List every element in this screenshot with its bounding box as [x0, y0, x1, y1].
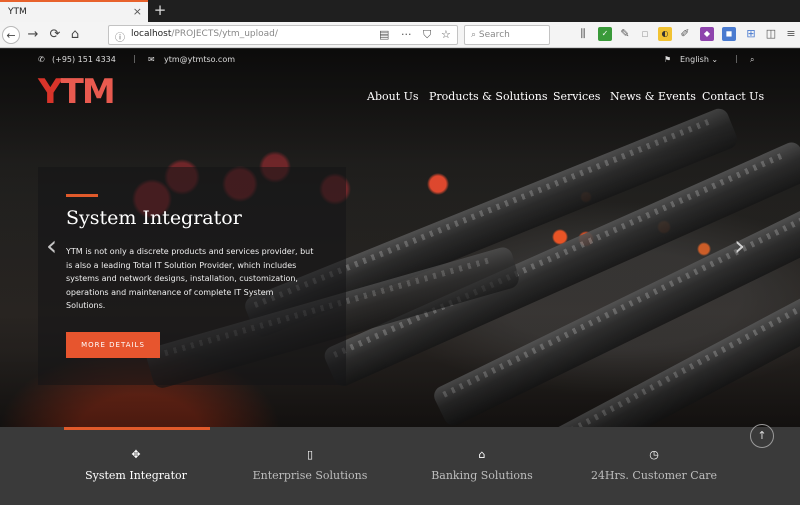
feature-enterprise-solutions[interactable]: ▯ Enterprise Solutions — [220, 427, 400, 505]
extension-purple-icon[interactable]: ◆ — [700, 27, 714, 41]
search-placeholder: Search — [478, 30, 510, 40]
reader-view-icon[interactable]: ▤ — [379, 28, 389, 41]
site-info-icon[interactable]: ⓘ — [115, 29, 125, 44]
reload-button[interactable]: ⟳ — [46, 26, 64, 44]
email-address[interactable]: ytm@ytmtso.com — [164, 55, 235, 64]
tab-close-icon[interactable]: × — [133, 5, 142, 18]
colorzilla-icon[interactable]: ◐ — [658, 27, 672, 41]
scroll-to-top-button[interactable]: ↑ — [750, 424, 774, 448]
slide-title: System Integrator — [66, 207, 242, 229]
network-icon: ✥ — [131, 448, 141, 461]
menu-hamburger-icon[interactable]: ≡ — [784, 27, 798, 41]
slide-description: YTM is not only a discrete products and … — [66, 247, 314, 310]
phone-icon: ✆ — [38, 55, 45, 64]
site-search-icon[interactable]: ⌕ — [750, 55, 754, 65]
logo-letters-tm: TM — [60, 72, 116, 112]
back-button[interactable]: ← — [2, 26, 20, 44]
feature-customer-care[interactable]: ◷ 24Hrs. Customer Care — [564, 427, 744, 505]
new-tab-button[interactable]: + — [152, 1, 168, 19]
phone-number[interactable]: (+95) 151 4334 — [52, 55, 116, 64]
divider: | — [735, 54, 738, 63]
slide-accent-line — [66, 194, 98, 197]
grid-extension-icon[interactable]: ⊞ — [744, 27, 758, 41]
slider-next-arrow-icon[interactable]: › — [734, 229, 745, 262]
features-bar: ✥ System Integrator ▯ Enterprise Solutio… — [0, 427, 800, 505]
top-info-bar: ✆ (+95) 151 4334 | ✉ ytm@ytmtso.com ⚑ En… — [0, 54, 800, 69]
bookmark-star-icon[interactable]: ☆ — [441, 28, 451, 41]
nav-news-events[interactable]: News & Events — [610, 90, 696, 103]
site-logo[interactable]: YTM — [38, 72, 116, 112]
page-actions-icon[interactable]: ··· — [401, 28, 412, 41]
mobile-icon: ▯ — [306, 448, 314, 461]
home-button[interactable]: ⌂ — [66, 26, 84, 44]
clock-icon: ◷ — [649, 448, 659, 461]
flag-icon: ⚑ — [664, 55, 672, 64]
extension-shield-icon[interactable]: ✓ — [598, 27, 612, 41]
tab-title: YTM — [8, 7, 27, 17]
hero-slider: ✆ (+95) 151 4334 | ✉ ytm@ytmtso.com ⚑ En… — [0, 49, 800, 469]
nav-contact-us[interactable]: Contact Us — [702, 90, 764, 103]
feature-label: System Integrator — [85, 469, 187, 482]
web-page: ✆ (+95) 151 4334 | ✉ ytm@ytmtso.com ⚑ En… — [0, 49, 800, 505]
logo-letter-y: Y — [38, 72, 63, 112]
eyedropper-icon[interactable]: ✐ — [678, 27, 692, 41]
url-bar[interactable]: ⓘ localhost/PROJECTS/ytm_upload/ ▤ ··· ⛉… — [108, 25, 458, 45]
divider: | — [133, 54, 136, 63]
feature-label: 24Hrs. Customer Care — [590, 469, 718, 482]
bank-icon: ⌂ — [478, 448, 486, 461]
nav-services[interactable]: Services — [553, 90, 600, 103]
email-icon: ✉ — [148, 55, 155, 64]
forward-button[interactable]: → — [24, 26, 42, 44]
browser-tab[interactable]: YTM × — [0, 0, 148, 22]
search-icon: ⌕ — [471, 30, 477, 40]
feature-label: Banking Solutions — [431, 469, 533, 482]
pen-icon[interactable]: ✎ — [618, 27, 632, 41]
feature-banking-solutions[interactable]: ⌂ Banking Solutions — [392, 427, 572, 505]
slider-prev-arrow-icon[interactable]: ‹ — [46, 229, 57, 262]
more-details-button[interactable]: MORE DETAILS — [66, 332, 160, 358]
extension-blue-icon[interactable]: ◼ — [722, 27, 736, 41]
browser-tab-strip: YTM × + — [0, 0, 800, 22]
sidebar-icon[interactable]: ◫ — [764, 27, 778, 41]
feature-system-integrator[interactable]: ✥ System Integrator — [46, 427, 226, 505]
pocket-icon[interactable]: ⛉ — [423, 28, 431, 42]
browser-search-input[interactable]: ⌕ Search — [464, 25, 550, 45]
extension-blank-icon[interactable]: ▫ — [638, 27, 652, 41]
language-select[interactable]: English ⌄ — [680, 55, 718, 64]
nav-about-us[interactable]: About Us — [367, 90, 419, 103]
browser-nav-bar: ← → ⟳ ⌂ ⓘ localhost/PROJECTS/ytm_upload/… — [0, 22, 800, 48]
url-path: /PROJECTS/ytm_upload/ — [171, 29, 278, 39]
url-host: localhost — [131, 29, 172, 39]
feature-label: Enterprise Solutions — [252, 469, 368, 482]
url-text: localhost/PROJECTS/ytm_upload/ — [131, 29, 278, 39]
library-icon[interactable]: ⫼ — [576, 27, 590, 41]
nav-products-solutions[interactable]: Products & Solutions — [429, 90, 547, 103]
